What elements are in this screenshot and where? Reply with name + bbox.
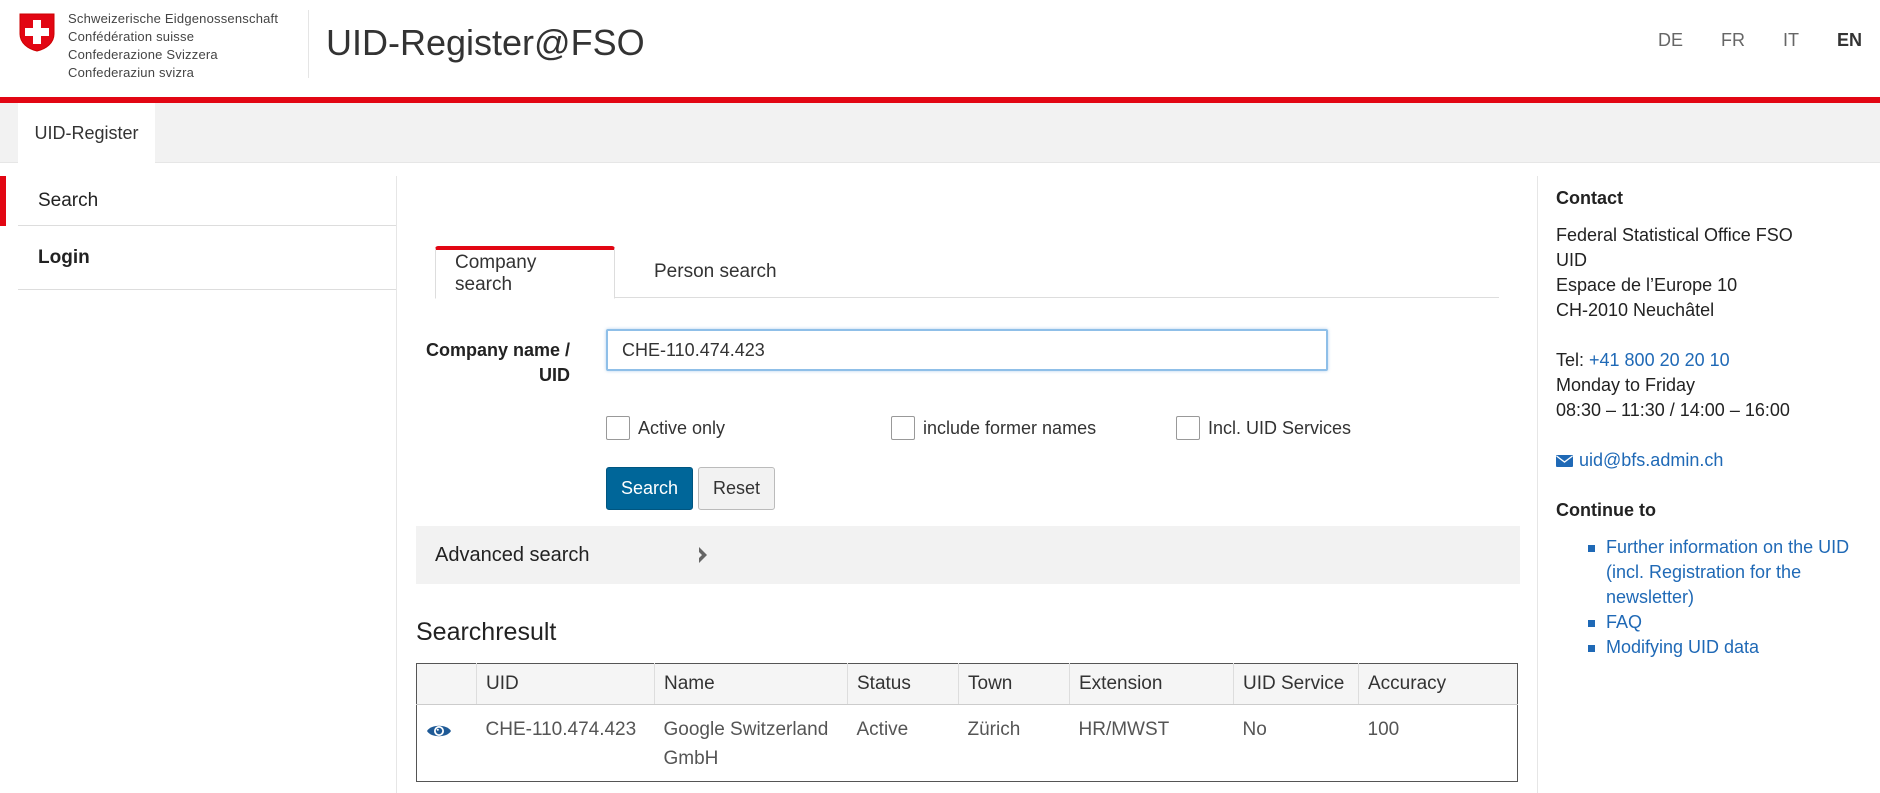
sidebar-item-search[interactable]: Search	[0, 176, 397, 226]
column-header-view	[416, 663, 477, 705]
swiss-coat-of-arms-icon[interactable]	[18, 12, 56, 52]
advanced-search-toggle[interactable]: Advanced search	[416, 526, 1520, 584]
language-en[interactable]: EN	[1837, 30, 1862, 51]
chevron-right-icon	[699, 547, 707, 563]
column-divider	[396, 176, 397, 793]
company-name-label: Company name / UID	[400, 338, 570, 388]
email-block: uid@bfs.admin.ch	[1556, 448, 1866, 473]
sidebar-item-label: Search	[38, 189, 99, 211]
continue-links: Further information on the UID (incl. Re…	[1556, 535, 1866, 660]
company-name-label-line1: Company name /	[425, 340, 570, 360]
contact-line: CH-2010 Neuchâtel	[1556, 300, 1715, 320]
sidebar-nav: Search Login	[0, 176, 397, 290]
checkbox-label: Active only	[638, 417, 726, 438]
table-row: CHE-110.474.423 Google Switzerland GmbH …	[417, 705, 1518, 782]
link-modifying-uid-data[interactable]: Modifying UID data	[1606, 637, 1759, 657]
column-header-extension: Extension	[1069, 663, 1234, 705]
results-table: UID Name Status Town Extension UID Servi…	[416, 663, 1518, 782]
eye-icon[interactable]	[426, 723, 452, 739]
language-it[interactable]: IT	[1783, 30, 1799, 51]
active-only-checkbox[interactable]: Active only	[606, 416, 725, 440]
company-name-input[interactable]	[606, 329, 1328, 371]
checkbox-label: include former names	[923, 417, 1097, 438]
search-tabs: Company search Person search	[435, 246, 1499, 299]
phone-link[interactable]: +41 800 20 20 10	[1589, 350, 1730, 370]
language-de[interactable]: DE	[1658, 30, 1683, 51]
confederation-line-rm: Confederaziun svizra	[68, 65, 195, 80]
list-item: FAQ	[1588, 610, 1866, 635]
hours-days: Monday to Friday	[1556, 375, 1696, 395]
cell-extension: HR/MWST	[1078, 719, 1170, 740]
sidebar-item-label: Login	[38, 246, 90, 268]
incl-uid-services-checkbox[interactable]: Incl. UID Services	[1176, 416, 1351, 440]
contact-title: Contact	[1556, 188, 1623, 208]
search-button[interactable]: Search	[606, 467, 693, 510]
reset-button[interactable]: Reset	[698, 467, 775, 510]
language-fr[interactable]: FR	[1721, 30, 1745, 51]
confederation-line-de: Schweizerische Eidgenossenschaft	[68, 11, 279, 26]
contact-line: UID	[1556, 250, 1587, 270]
language-switcher: DE FR IT EN	[1620, 30, 1862, 51]
hours-times: 08:30 – 11:30 / 14:00 – 16:00	[1556, 400, 1790, 420]
table-header-row: UID Name Status Town Extension UID Servi…	[416, 663, 1518, 705]
column-divider	[1537, 176, 1538, 793]
checkbox-box[interactable]	[606, 416, 630, 440]
link-further-information[interactable]: Further information on the UID (incl. Re…	[1606, 537, 1849, 607]
envelope-icon	[1556, 455, 1573, 467]
view-cell	[417, 705, 477, 782]
continue-title: Continue to	[1556, 500, 1656, 520]
cell-uid: CHE-110.474.423	[485, 719, 637, 740]
continue-block: Continue to Further information on the U…	[1556, 498, 1866, 660]
header-divider	[308, 10, 309, 78]
link-faq[interactable]: FAQ	[1606, 612, 1642, 632]
cell-uid-service: No	[1242, 719, 1267, 740]
include-former-names-checkbox[interactable]: include former names	[891, 416, 1096, 440]
column-header-uid: UID	[476, 663, 655, 705]
column-header-uid-service: UID Service	[1233, 663, 1359, 705]
app-tab-bar: UID-Register	[0, 103, 1880, 163]
cell-accuracy: 100	[1367, 719, 1400, 740]
advanced-search-label: Advanced search	[435, 543, 590, 566]
column-header-accuracy: Accuracy	[1358, 663, 1518, 705]
checkbox-box[interactable]	[891, 416, 915, 440]
phone-line: Tel: +41 800 20 20 10	[1556, 348, 1866, 373]
page-header: Schweizerische Eidgenossenschaft Confédé…	[0, 0, 1880, 103]
sidebar-item-login[interactable]: Login	[18, 226, 397, 290]
tab-company-search[interactable]: Company search	[435, 246, 615, 299]
tab-person-search[interactable]: Person search	[635, 246, 796, 298]
contact-sidebar: Contact Federal Statistical Office FSO U…	[1556, 186, 1866, 660]
contact-line: Espace de l’Europe 10	[1556, 275, 1738, 295]
confederation-line-it: Confederazione Svizzera	[68, 47, 218, 62]
cell-status: Active	[856, 719, 909, 740]
results-title: Searchresult	[416, 618, 557, 646]
confederation-name: Schweizerische Eidgenossenschaft Confédé…	[68, 10, 278, 82]
contact-line: Federal Statistical Office FSO	[1556, 225, 1793, 245]
column-header-town: Town	[958, 663, 1070, 705]
confederation-line-fr: Confédération suisse	[68, 29, 195, 44]
email-text: uid@bfs.admin.ch	[1579, 450, 1724, 470]
cell-name: Google Switzerland GmbH	[655, 705, 848, 782]
phone-block: Tel: +41 800 20 20 10 Monday to Friday 0…	[1556, 348, 1866, 423]
cell-name-line1: Google Switzerland	[663, 719, 829, 740]
contact-block: Contact Federal Statistical Office FSO U…	[1556, 186, 1866, 323]
cell-town: Zürich	[967, 719, 1021, 740]
list-item: Modifying UID data	[1588, 635, 1866, 660]
email-link[interactable]: uid@bfs.admin.ch	[1556, 450, 1723, 470]
list-item: Further information on the UID (incl. Re…	[1588, 535, 1866, 610]
tab-uid-register[interactable]: UID-Register	[18, 103, 155, 163]
column-header-name: Name	[654, 663, 848, 705]
phone-label: Tel:	[1556, 350, 1590, 370]
column-header-status: Status	[847, 663, 959, 705]
checkbox-box[interactable]	[1176, 416, 1200, 440]
company-name-label-line2: UID	[539, 365, 570, 385]
app-title: UID-Register@FSO	[326, 22, 645, 63]
cell-name-line2: GmbH	[663, 748, 719, 769]
checkbox-label: Incl. UID Services	[1208, 417, 1352, 438]
